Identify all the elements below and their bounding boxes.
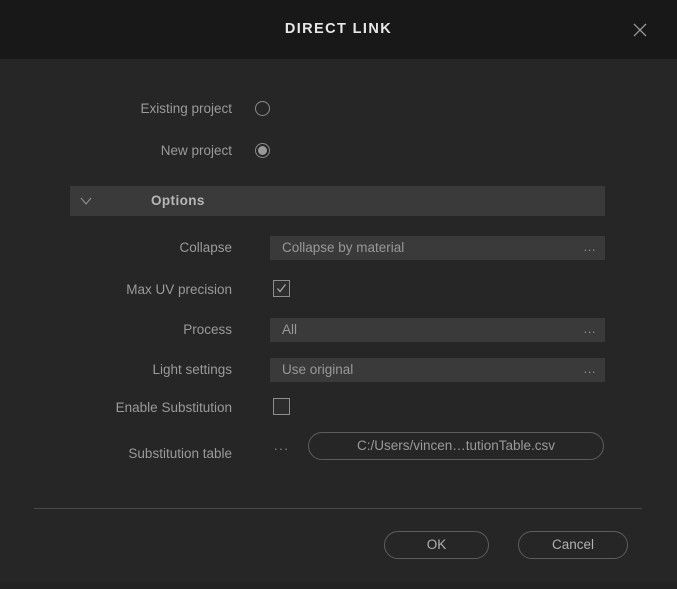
collapse-dropdown[interactable]: Collapse by material ... bbox=[270, 236, 605, 260]
radio-new-project[interactable] bbox=[255, 143, 270, 158]
radio-row-new-project[interactable]: New project bbox=[0, 138, 677, 164]
collapse-label: Collapse bbox=[179, 240, 232, 255]
ok-button[interactable]: OK bbox=[384, 531, 489, 559]
radio-existing-project[interactable] bbox=[255, 101, 270, 116]
max-uv-precision-label: Max UV precision bbox=[126, 282, 232, 297]
light-settings-dropdown-more-icon[interactable]: ... bbox=[584, 358, 596, 380]
dialog-title: DIRECT LINK bbox=[284, 21, 393, 37]
substitution-table-path-field[interactable]: C:/Users/vincen…tutionTable.csv bbox=[308, 432, 604, 460]
cancel-button[interactable]: Cancel bbox=[518, 531, 628, 559]
direct-link-dialog: DIRECT LINK Existing project New project… bbox=[0, 0, 677, 589]
dialog-titlebar: DIRECT LINK bbox=[0, 0, 677, 59]
dialog-bottom-strip bbox=[0, 582, 677, 589]
light-settings-label: Light settings bbox=[152, 362, 232, 377]
max-uv-precision-checkbox[interactable] bbox=[273, 280, 290, 297]
field-row-substitution-table: Substitution table ... C:/Users/vincen…t… bbox=[0, 432, 677, 470]
field-row-enable-substitution: Enable Substitution bbox=[0, 396, 677, 420]
field-row-collapse: Collapse Collapse by material ... bbox=[0, 236, 677, 260]
radio-row-existing-project[interactable]: Existing project bbox=[0, 96, 677, 122]
collapse-dropdown-more-icon[interactable]: ... bbox=[584, 236, 596, 258]
process-label: Process bbox=[183, 322, 232, 337]
enable-substitution-label: Enable Substitution bbox=[115, 400, 232, 415]
field-row-light-settings: Light settings Use original ... bbox=[0, 358, 677, 382]
options-section-header[interactable]: Options bbox=[70, 186, 605, 216]
process-dropdown-value: All bbox=[282, 322, 298, 337]
options-section-label: Options bbox=[151, 193, 205, 208]
process-dropdown[interactable]: All ... bbox=[270, 318, 605, 342]
collapse-dropdown-value: Collapse by material bbox=[282, 240, 405, 255]
field-row-process: Process All ... bbox=[0, 318, 677, 342]
light-settings-dropdown[interactable]: Use original ... bbox=[270, 358, 605, 382]
substitution-table-label: Substitution table bbox=[128, 446, 232, 461]
close-icon[interactable] bbox=[625, 15, 655, 45]
footer-divider bbox=[34, 508, 642, 509]
light-settings-dropdown-value: Use original bbox=[282, 362, 354, 377]
process-dropdown-more-icon[interactable]: ... bbox=[584, 318, 596, 340]
enable-substitution-checkbox[interactable] bbox=[273, 398, 290, 415]
chevron-down-icon bbox=[78, 194, 94, 208]
substitution-table-browse-icon[interactable]: ... bbox=[274, 432, 289, 460]
field-row-max-uv-precision: Max UV precision bbox=[0, 278, 677, 302]
existing-project-label: Existing project bbox=[140, 101, 232, 116]
new-project-label: New project bbox=[160, 143, 232, 158]
